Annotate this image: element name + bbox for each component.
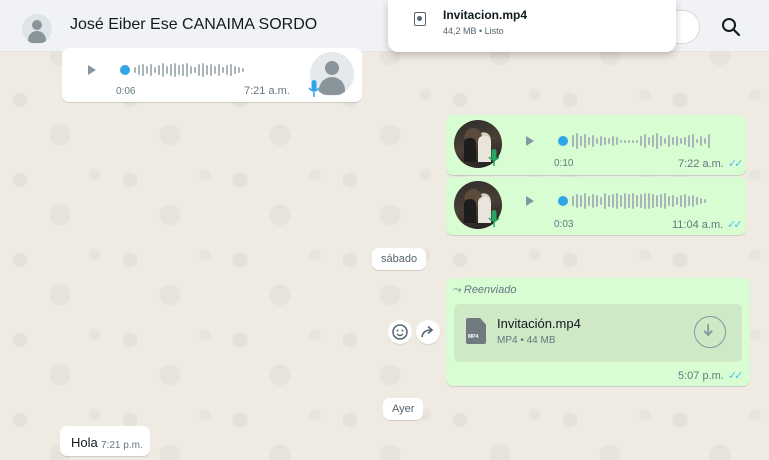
contact-name[interactable]: José Eiber Ese CANAIMA SORDO	[70, 16, 317, 34]
outgoing-voice-message: 0:03 11:04 a.m. ✓✓	[446, 177, 746, 235]
emoji-icon	[392, 324, 408, 340]
message-time: 5:07 p.m.	[678, 370, 724, 382]
message-time: 11:04 a.m.	[672, 219, 724, 231]
play-icon[interactable]	[526, 196, 534, 206]
voice-duration: 0:06	[116, 86, 136, 97]
read-ticks-icon: ✓✓	[727, 158, 744, 170]
mic-icon	[488, 149, 500, 166]
waveform[interactable]	[572, 131, 710, 151]
forward-button[interactable]	[416, 320, 440, 344]
message-time-with-ticks: 5:07 p.m. ✓✓	[678, 369, 744, 382]
download-file-name[interactable]: Invitacion.mp4	[443, 8, 527, 22]
date-separator: Ayer	[383, 398, 424, 420]
waveform[interactable]	[134, 60, 244, 80]
progress-dot[interactable]	[558, 196, 568, 206]
play-icon[interactable]	[526, 136, 534, 146]
download-button[interactable]	[694, 316, 726, 348]
outgoing-voice-message: 0:10 7:22 a.m. ✓✓	[446, 115, 746, 175]
download-popover[interactable]: Invitacion.mp4 44,2 MB • Listo	[388, 0, 676, 52]
play-icon[interactable]	[88, 65, 96, 75]
video-file-icon	[414, 12, 426, 26]
contact-avatar[interactable]	[22, 14, 52, 44]
date-separator: sábado	[372, 248, 427, 270]
forwarded-text: Reenviado	[463, 284, 517, 296]
voice-duration: 0:10	[554, 158, 574, 169]
download-icon	[703, 324, 713, 337]
forward-icon: ⤳	[452, 284, 461, 296]
voice-duration: 0:03	[554, 219, 574, 230]
download-file-meta: 44,2 MB • Listo	[443, 26, 504, 36]
file-meta: MP4 • 44 MB	[497, 335, 556, 346]
message-time: 7:21 a.m.	[244, 85, 290, 97]
message-time-with-ticks: 11:04 a.m. ✓✓	[672, 218, 743, 231]
emoji-reaction-button[interactable]	[388, 320, 412, 344]
forwarded-label: ⤳ Reenviado	[452, 284, 516, 297]
progress-dot[interactable]	[558, 136, 568, 146]
file-attachment[interactable]: MP4 Invitación.mp4 MP4 • 44 MB	[454, 304, 742, 362]
mic-icon	[488, 210, 500, 227]
search-icon[interactable]	[716, 12, 746, 42]
file-icon: MP4	[466, 318, 486, 344]
mic-icon	[308, 80, 320, 97]
incoming-text-message: Hola 7:21 p.m.	[60, 426, 150, 456]
forward-icon	[421, 325, 434, 338]
incoming-voice-message: 0:06 7:21 a.m.	[62, 48, 362, 102]
message-time: 7:21 p.m.	[101, 440, 143, 451]
message-time: 7:22 a.m.	[678, 158, 724, 170]
progress-dot[interactable]	[120, 65, 130, 75]
read-ticks-icon: ✓✓	[727, 219, 743, 231]
waveform[interactable]	[572, 191, 706, 211]
message-text: Hola	[71, 435, 98, 450]
message-time-with-ticks: 7:22 a.m. ✓✓	[678, 157, 744, 170]
read-ticks-icon: ✓✓	[727, 370, 744, 382]
file-name[interactable]: Invitación.mp4	[497, 316, 581, 331]
